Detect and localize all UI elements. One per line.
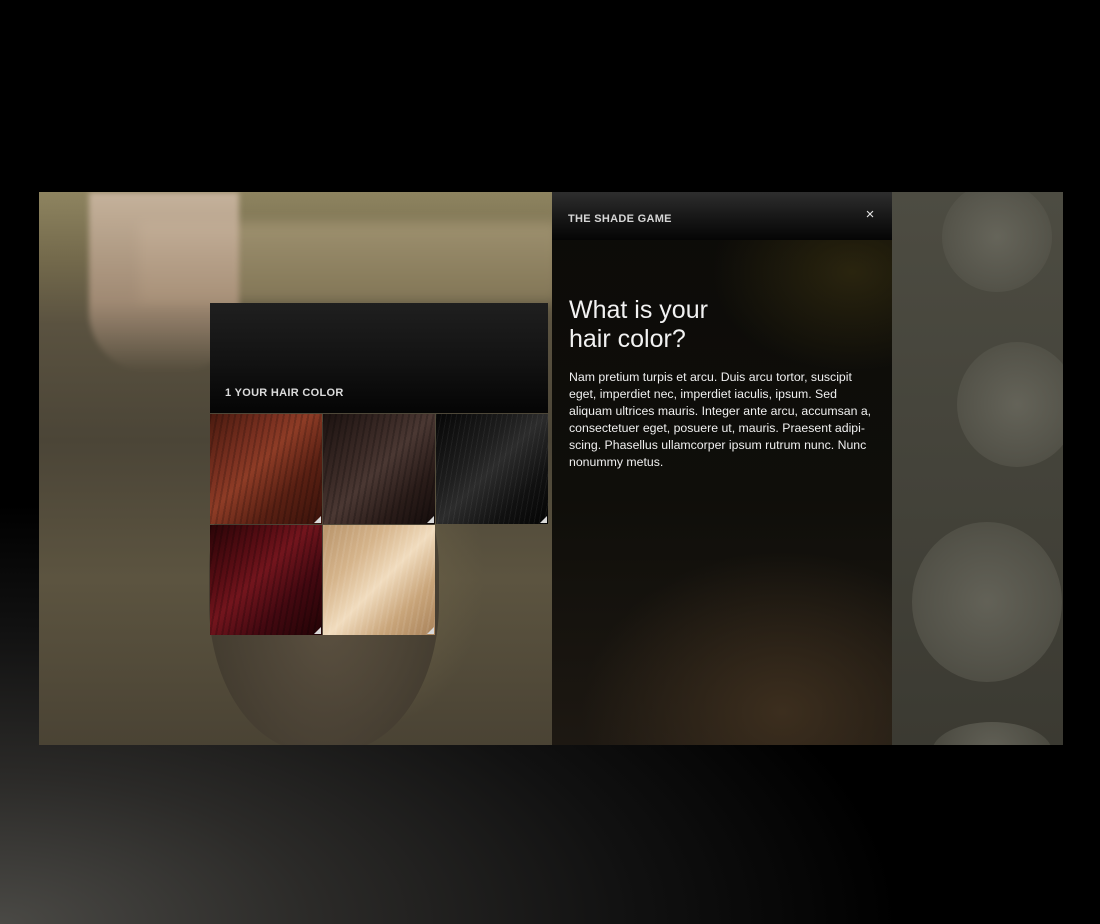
panel-title: THE SHADE GAME xyxy=(568,213,672,225)
swatch-blonde[interactable] xyxy=(323,525,435,635)
question-description: Nam pretium turpis et arcu. Duis arcu to… xyxy=(569,370,872,469)
shade-game-stage: THE SHADE GAME × What is your hair color… xyxy=(39,192,1063,745)
expand-corner-icon xyxy=(314,516,321,523)
expand-corner-icon xyxy=(540,516,547,523)
swatch-burgundy[interactable] xyxy=(210,525,322,635)
question-heading: What is your hair color? xyxy=(569,296,869,354)
swatch-grid xyxy=(210,414,548,635)
close-button[interactable]: × xyxy=(859,206,881,228)
expand-corner-icon xyxy=(427,627,434,634)
swatch-dark-brown[interactable] xyxy=(323,414,435,524)
panel-header: THE SHADE GAME × xyxy=(552,192,892,240)
expand-corner-icon xyxy=(427,516,434,523)
page-background: THE SHADE GAME × What is your hair color… xyxy=(0,0,1100,924)
bokeh-light xyxy=(942,192,1052,292)
bokeh-light xyxy=(912,522,1062,682)
swatch-black[interactable] xyxy=(436,414,548,524)
info-panel: THE SHADE GAME × What is your hair color… xyxy=(552,192,892,745)
question-line-2: hair color? xyxy=(569,325,686,353)
bokeh-light xyxy=(957,342,1063,467)
swatch-auburn[interactable] xyxy=(210,414,322,524)
step-label: 1 YOUR HAIR COLOR xyxy=(225,387,344,399)
bokeh-light xyxy=(932,722,1052,745)
selector-header: 1 YOUR HAIR COLOR xyxy=(210,303,548,413)
expand-corner-icon xyxy=(314,627,321,634)
question-line-1: What is your xyxy=(569,296,708,324)
bokeh-background-photo xyxy=(892,192,1063,745)
hair-color-selector: 1 YOUR HAIR COLOR xyxy=(210,303,548,635)
